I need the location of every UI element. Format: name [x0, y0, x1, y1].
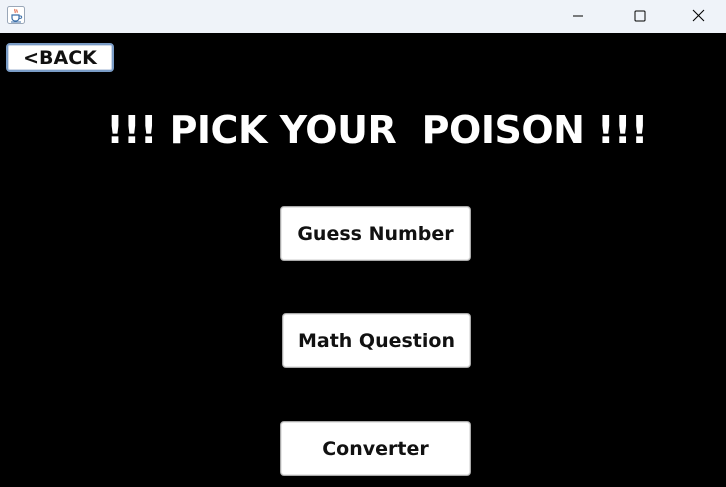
math-question-button[interactable]: Math Question	[282, 313, 471, 368]
guess-number-button[interactable]: Guess Number	[280, 206, 471, 261]
minimize-icon	[572, 10, 584, 22]
maximize-icon	[634, 10, 646, 22]
maximize-button[interactable]	[617, 0, 663, 31]
converter-button[interactable]: Converter	[280, 421, 471, 476]
app-window: <BACK !!! PICK YOUR POISON !!! Guess Num…	[0, 0, 726, 487]
close-icon	[692, 9, 705, 22]
close-button[interactable]	[675, 0, 721, 31]
java-cup-icon	[7, 6, 25, 24]
minimize-button[interactable]	[555, 0, 601, 31]
back-button[interactable]: <BACK	[6, 43, 114, 72]
page-title: !!! PICK YOUR POISON !!!	[106, 108, 648, 152]
content-panel: <BACK !!! PICK YOUR POISON !!! Guess Num…	[0, 33, 726, 487]
title-bar[interactable]	[0, 0, 726, 33]
